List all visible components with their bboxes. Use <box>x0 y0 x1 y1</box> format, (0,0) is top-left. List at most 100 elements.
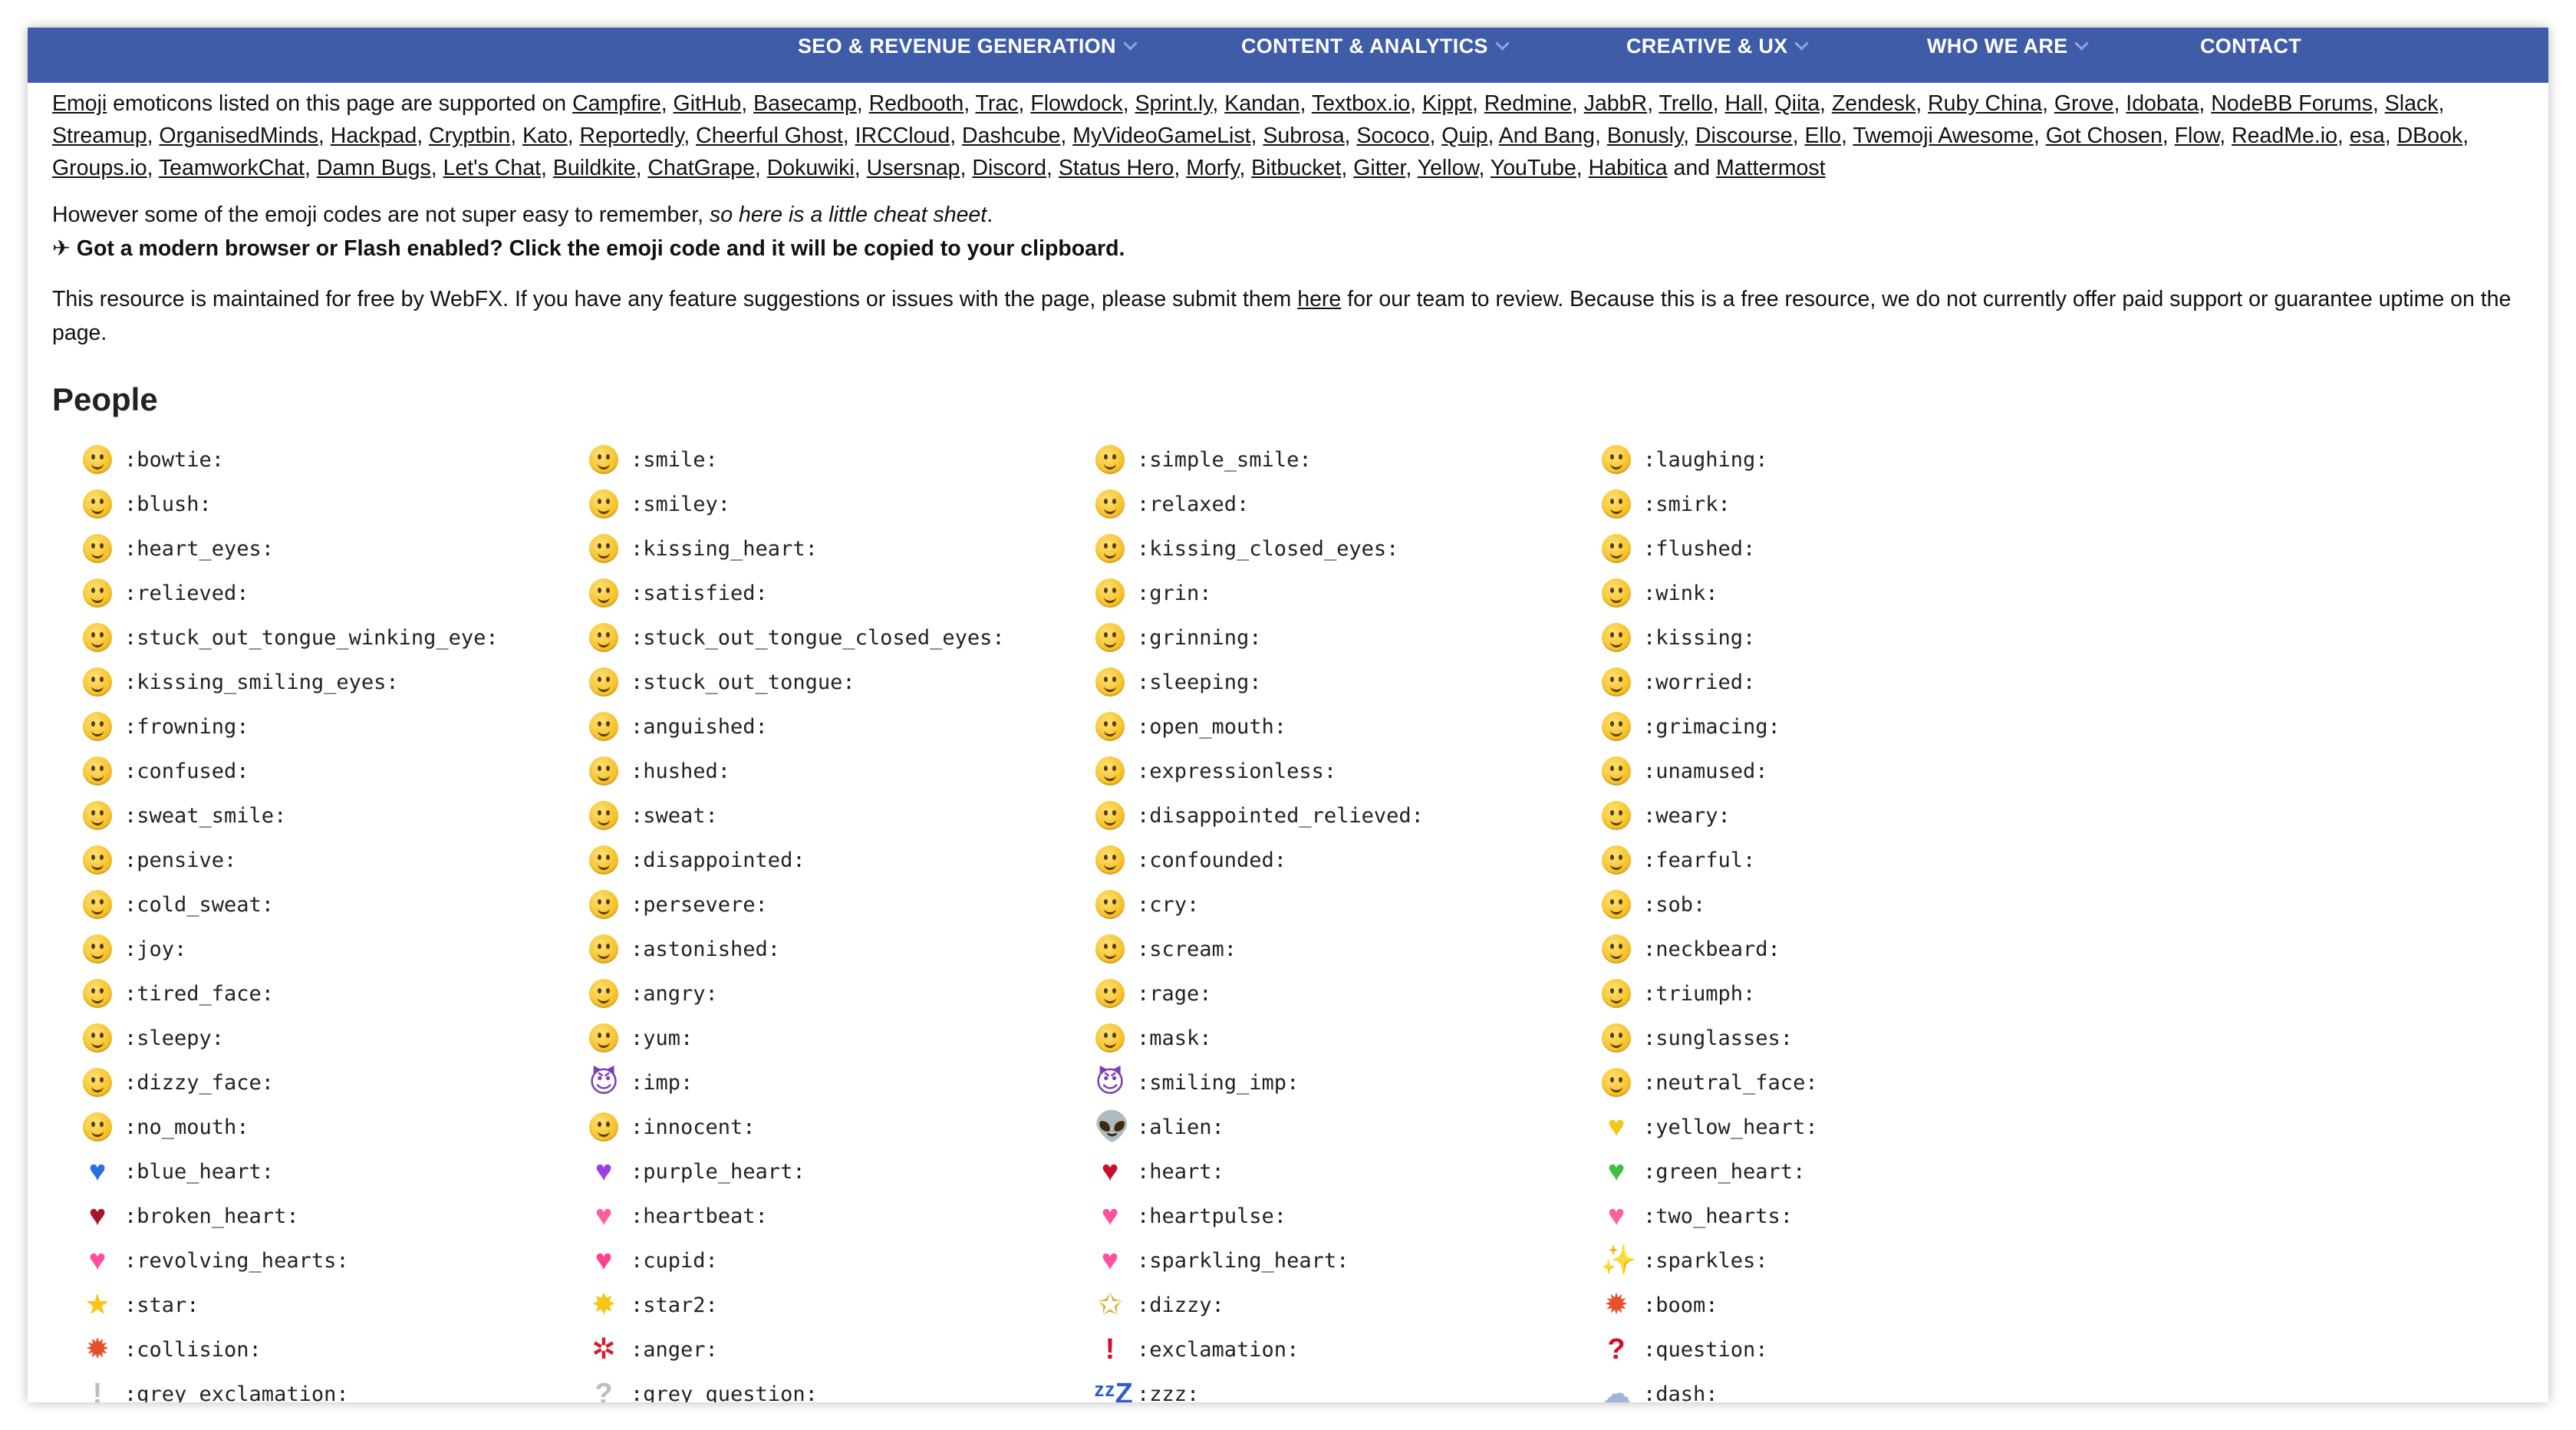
service-link[interactable]: Cheerful Ghost <box>696 124 843 148</box>
emoji-item[interactable]: :bowtie: <box>81 437 588 482</box>
emoji-item[interactable]: :neckbeard: <box>1600 927 2107 971</box>
emoji-code[interactable]: :stuck_out_tongue: <box>631 671 855 694</box>
emoji-item[interactable]: :no_mouth: <box>81 1105 588 1149</box>
emoji-code[interactable]: :collision: <box>124 1338 262 1362</box>
emoji-item[interactable]: :stuck_out_tongue: <box>588 660 1094 704</box>
service-link[interactable]: Yellow <box>1418 156 1479 180</box>
emoji-code[interactable]: :dizzy: <box>1137 1293 1224 1317</box>
emoji-code[interactable]: :heart_eyes: <box>124 537 274 561</box>
emoji-code[interactable]: :triumph: <box>1643 982 1755 1006</box>
service-link[interactable]: Sococo <box>1356 124 1429 148</box>
service-link[interactable]: Status Hero <box>1059 156 1174 180</box>
emoji-item[interactable]: :smirk: <box>1600 482 2107 526</box>
emoji-code[interactable]: :relieved: <box>124 582 249 605</box>
emoji-item[interactable]: :tired_face: <box>81 971 588 1016</box>
emoji-item[interactable]: :smile: <box>588 437 1094 482</box>
emoji-code[interactable]: :open_mouth: <box>1137 715 1286 739</box>
emoji-code[interactable]: :blush: <box>124 493 212 516</box>
service-link[interactable]: Kato <box>522 124 568 148</box>
emoji-code[interactable]: :neckbeard: <box>1643 937 1780 961</box>
service-link[interactable]: Flowdock <box>1030 91 1122 116</box>
service-link[interactable]: ChatGrape <box>647 156 754 180</box>
service-link[interactable]: Kandan <box>1224 91 1300 116</box>
emoji-code[interactable]: :blue_heart: <box>124 1160 274 1184</box>
emoji-code[interactable]: :scream: <box>1137 937 1237 961</box>
emoji-item[interactable]: :triumph: <box>1600 971 2107 1016</box>
service-link[interactable]: Discord <box>972 156 1046 180</box>
emoji-item[interactable]: :innocent: <box>588 1105 1094 1149</box>
emoji-item[interactable]: :heart_eyes: <box>81 526 588 571</box>
service-link[interactable]: Groups.io <box>52 156 147 180</box>
service-link[interactable]: Usersnap <box>867 156 960 180</box>
emoji-code[interactable]: :sob: <box>1643 893 1705 917</box>
emoji-item[interactable]: 👽:alien: <box>1094 1105 1600 1149</box>
service-link[interactable]: Damn Bugs <box>317 156 431 180</box>
emoji-code[interactable]: :wink: <box>1643 582 1718 605</box>
emoji-item[interactable]: 😈:imp: <box>588 1060 1094 1105</box>
emoji-item[interactable]: :sweat_smile: <box>81 793 588 838</box>
emoji-code[interactable]: :dash: <box>1643 1382 1718 1403</box>
emoji-item[interactable]: :sunglasses: <box>1600 1016 2107 1060</box>
emoji-item[interactable]: :kissing_heart: <box>588 526 1094 571</box>
emoji-code[interactable]: :expressionless: <box>1137 759 1336 783</box>
service-link[interactable]: Let's Chat <box>443 156 541 180</box>
emoji-item[interactable]: :grimacing: <box>1600 704 2107 749</box>
emoji-code[interactable]: :flushed: <box>1643 537 1755 561</box>
emoji-item[interactable]: :expressionless: <box>1094 749 1600 793</box>
emoji-code[interactable]: :neutral_face: <box>1643 1071 1818 1095</box>
emoji-item[interactable]: :grinning: <box>1094 615 1600 660</box>
emoji-code[interactable]: :no_mouth: <box>124 1115 249 1139</box>
emoji-code[interactable]: :simple_smile: <box>1137 448 1312 472</box>
emoji-code[interactable]: :astonished: <box>631 937 780 961</box>
nav-content-analytics[interactable]: CONTENT & ANALYTICS <box>1241 28 1510 83</box>
emoji-item[interactable]: :kissing_closed_eyes: <box>1094 526 1600 571</box>
emoji-item[interactable]: :disappointed_relieved: <box>1094 793 1600 838</box>
emoji-item[interactable]: :cry: <box>1094 882 1600 927</box>
emoji-item[interactable]: ✹:collision: <box>81 1327 588 1372</box>
emoji-code[interactable]: :heartbeat: <box>631 1204 768 1228</box>
emoji-item[interactable]: :stuck_out_tongue_closed_eyes: <box>588 615 1094 660</box>
emoji-item[interactable]: :sweat: <box>588 793 1094 838</box>
emoji-item[interactable]: ✹:boom: <box>1600 1283 2107 1327</box>
emoji-item[interactable]: ♥:sparkling_heart: <box>1094 1238 1600 1283</box>
service-link[interactable]: Twemoji Awesome <box>1853 124 2034 148</box>
service-link[interactable]: JabbR <box>1584 91 1647 116</box>
service-link[interactable]: Slack <box>2385 91 2439 116</box>
emoji-item[interactable]: ♥:two_hearts: <box>1600 1194 2107 1238</box>
service-link[interactable]: ReadMe.io <box>2232 124 2337 148</box>
service-link[interactable]: Trac <box>976 91 1019 116</box>
service-link[interactable]: MyVideoGameList <box>1072 124 1250 148</box>
service-link[interactable]: TeamworkChat <box>159 156 305 180</box>
service-link[interactable]: Bonusly <box>1607 124 1683 148</box>
service-link[interactable]: Dashcube <box>962 124 1060 148</box>
emoji-item[interactable]: :yum: <box>588 1016 1094 1060</box>
emoji-item[interactable]: ♥:heartbeat: <box>588 1194 1094 1238</box>
emoji-item[interactable]: :joy: <box>81 927 588 971</box>
emoji-item[interactable]: ★:star: <box>81 1283 588 1327</box>
emoji-item[interactable]: :pensive: <box>81 838 588 882</box>
emoji-item[interactable]: ♥:heart: <box>1094 1149 1600 1194</box>
emoji-code[interactable]: :two_hearts: <box>1643 1204 1793 1228</box>
emoji-item[interactable]: :worried: <box>1600 660 2107 704</box>
emoji-item[interactable]: ?:question: <box>1600 1327 2107 1372</box>
emoji-code[interactable]: :innocent: <box>631 1115 756 1139</box>
emoji-item[interactable]: :grin: <box>1094 571 1600 615</box>
service-link[interactable]: Morfy <box>1186 156 1239 180</box>
emoji-code[interactable]: :grinning: <box>1137 626 1262 650</box>
emoji-code[interactable]: :exclamation: <box>1137 1338 1299 1362</box>
emoji-code[interactable]: :disappointed: <box>631 848 805 872</box>
emoji-item[interactable]: :persevere: <box>588 882 1094 927</box>
emoji-code[interactable]: :grimacing: <box>1643 715 1780 739</box>
emoji-item[interactable]: :relieved: <box>81 571 588 615</box>
emoji-item[interactable]: :mask: <box>1094 1016 1600 1060</box>
emoji-code[interactable]: :cold_sweat: <box>124 893 274 917</box>
emoji-code[interactable]: :anger: <box>631 1338 718 1362</box>
emoji-code[interactable]: :relaxed: <box>1137 493 1249 516</box>
emoji-code[interactable]: :bowtie: <box>124 448 224 472</box>
emoji-code[interactable]: :purple_heart: <box>631 1160 805 1184</box>
service-link[interactable]: And Bang <box>1499 124 1595 148</box>
emoji-item[interactable]: :kissing_smiling_eyes: <box>81 660 588 704</box>
emoji-item[interactable]: :unamused: <box>1600 749 2107 793</box>
emoji-code[interactable]: :kissing_heart: <box>631 537 818 561</box>
emoji-code[interactable]: :grey_exclamation: <box>124 1382 349 1403</box>
